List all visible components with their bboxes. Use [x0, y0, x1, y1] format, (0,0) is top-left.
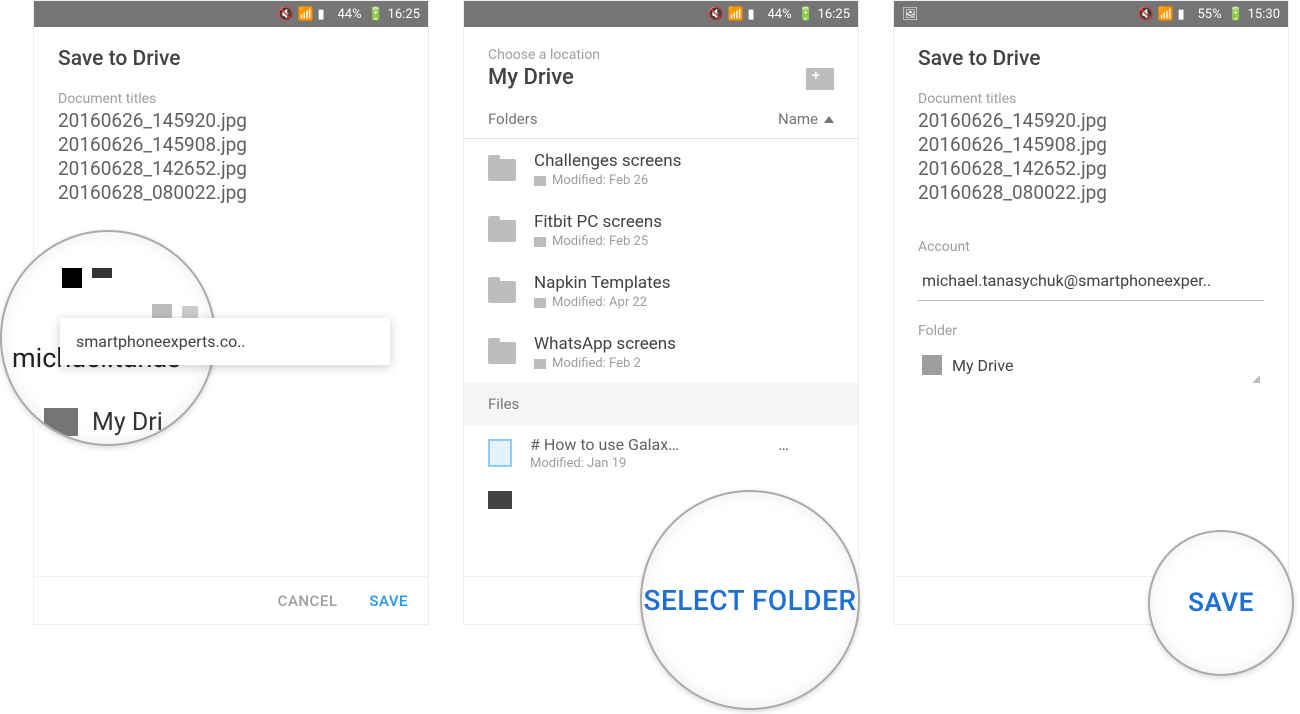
folder-icon [488, 159, 516, 181]
folder-modified: Modified: Feb 25 [552, 234, 648, 249]
folder-icon [488, 281, 516, 303]
mute-icon: 🔇 [277, 7, 291, 21]
dialog-footer: CANCEL SAVE [34, 576, 428, 624]
battery-icon: 🔋 [798, 7, 812, 21]
folder-icon [488, 342, 516, 364]
save-button[interactable]: SAVE [1188, 588, 1254, 618]
clock: 16:25 [818, 7, 850, 22]
shared-icon [534, 298, 546, 308]
folder-value: My Drive [952, 356, 1013, 375]
shared-icon [534, 176, 546, 186]
select-folder-button[interactable]: SELECT FOLDER [643, 584, 856, 617]
folders-header-label: Folders [488, 110, 538, 128]
document-title: 20160628_080022.jpg [894, 181, 1288, 205]
new-folder-icon[interactable] [806, 68, 834, 90]
list-header: Folders Name [464, 100, 858, 139]
drive-icon [44, 408, 78, 436]
wifi-icon: 📶 [727, 7, 741, 21]
document-title: 20160626_145920.jpg [894, 109, 1288, 133]
image-icon [488, 491, 512, 509]
drive-icon [922, 355, 942, 375]
folder-item[interactable]: WhatsApp screens Modified: Feb 2 [464, 322, 858, 383]
folder-item[interactable]: Napkin Templates Modified: Apr 22 [464, 261, 858, 322]
document-titles-label: Document titles [34, 83, 428, 109]
folder-item[interactable]: Fitbit PC screens Modified: Feb 25 [464, 200, 858, 261]
document-title: 20160628_142652.jpg [34, 157, 428, 181]
thumbnail-icon [62, 268, 82, 288]
folder-icon [152, 304, 172, 318]
battery-label: 44% [337, 7, 361, 22]
file-modified: Modified: Jan 19 [530, 456, 790, 471]
clock: 15:30 [1248, 7, 1280, 22]
document-titles-label: Document titles [894, 83, 1288, 109]
folder-item[interactable]: Challenges screens Modified: Feb 26 [464, 139, 858, 200]
document-title: 20160626_145908.jpg [34, 133, 428, 157]
mute-icon: 🔇 [1137, 7, 1151, 21]
mute-icon: 🔇 [707, 7, 721, 21]
magnified-drive-label: My Dri [92, 408, 163, 437]
account-selector[interactable]: michael.tanasychuk@smartphoneexper.. [918, 261, 1264, 301]
folder-name: Challenges screens [534, 151, 681, 171]
chooser-header: Choose a location My Drive [464, 27, 858, 100]
document-title: 20160628_142652.jpg [894, 157, 1288, 181]
save-button[interactable]: SAVE [369, 592, 408, 610]
file-name: # How to use Galax… [530, 435, 679, 454]
magnifier-save: SAVE [1148, 530, 1294, 676]
wifi-icon: 📶 [1157, 7, 1171, 21]
sort-toggle[interactable]: Name [778, 110, 834, 128]
signal-icon: ▮ [1177, 7, 1191, 21]
arrow-up-icon [824, 116, 834, 123]
status-bar: 🖼 🔇 📶 ▮ 55% 🔋 15:30 [894, 1, 1288, 27]
document-title: 20160628_080022.jpg [34, 181, 428, 205]
signal-icon: ▮ [317, 7, 331, 21]
image-notification-icon: 🖼 [902, 7, 916, 21]
folder-name: WhatsApp screens [534, 334, 676, 354]
clock: 16:25 [388, 7, 420, 22]
folder-selector[interactable]: My Drive [918, 345, 1264, 385]
status-bar: 🔇 📶 ▮ 44% 🔋 16:25 [34, 1, 428, 27]
files-header-label: Files [464, 383, 858, 425]
folder-icon [182, 306, 198, 318]
folder-icon [488, 220, 516, 242]
document-title: 20160626_145908.jpg [894, 133, 1288, 157]
folder-modified: Modified: Feb 26 [552, 173, 648, 188]
folder-name: Napkin Templates [534, 273, 670, 293]
thumbnail-icon [92, 268, 112, 278]
status-bar: 🔇 📶 ▮ 44% 🔋 16:25 [464, 1, 858, 27]
folder-name: Fitbit PC screens [534, 212, 662, 232]
folder-label: Folder [894, 315, 1288, 341]
signal-icon: ▮ [747, 7, 761, 21]
cancel-button[interactable]: CANCEL [278, 592, 338, 610]
document-icon [488, 439, 512, 467]
sort-label: Name [778, 110, 818, 128]
battery-icon: 🔋 [1228, 7, 1242, 21]
wifi-icon: 📶 [297, 7, 311, 21]
shared-icon [534, 237, 546, 247]
folder-modified: Modified: Feb 2 [552, 356, 641, 371]
file-item[interactable]: # How to use Galax… p Modified: Jan 19 [464, 425, 858, 481]
account-dropdown-option[interactable]: smartphoneexperts.co.. [60, 318, 390, 365]
account-label: Account [894, 231, 1288, 257]
shared-icon [534, 359, 546, 369]
magnifier-select-folder: SELECT FOLDER [640, 490, 860, 710]
chooser-title: My Drive [488, 65, 600, 90]
document-title: 20160626_145920.jpg [34, 109, 428, 133]
battery-icon: 🔋 [368, 7, 382, 21]
battery-label: 55% [1197, 7, 1221, 22]
battery-label: 44% [767, 7, 791, 22]
page-title: Save to Drive [34, 27, 428, 83]
folder-modified: Modified: Apr 22 [552, 295, 647, 310]
page-title: Save to Drive [894, 27, 1288, 83]
chooser-subtitle: Choose a location [488, 47, 600, 63]
